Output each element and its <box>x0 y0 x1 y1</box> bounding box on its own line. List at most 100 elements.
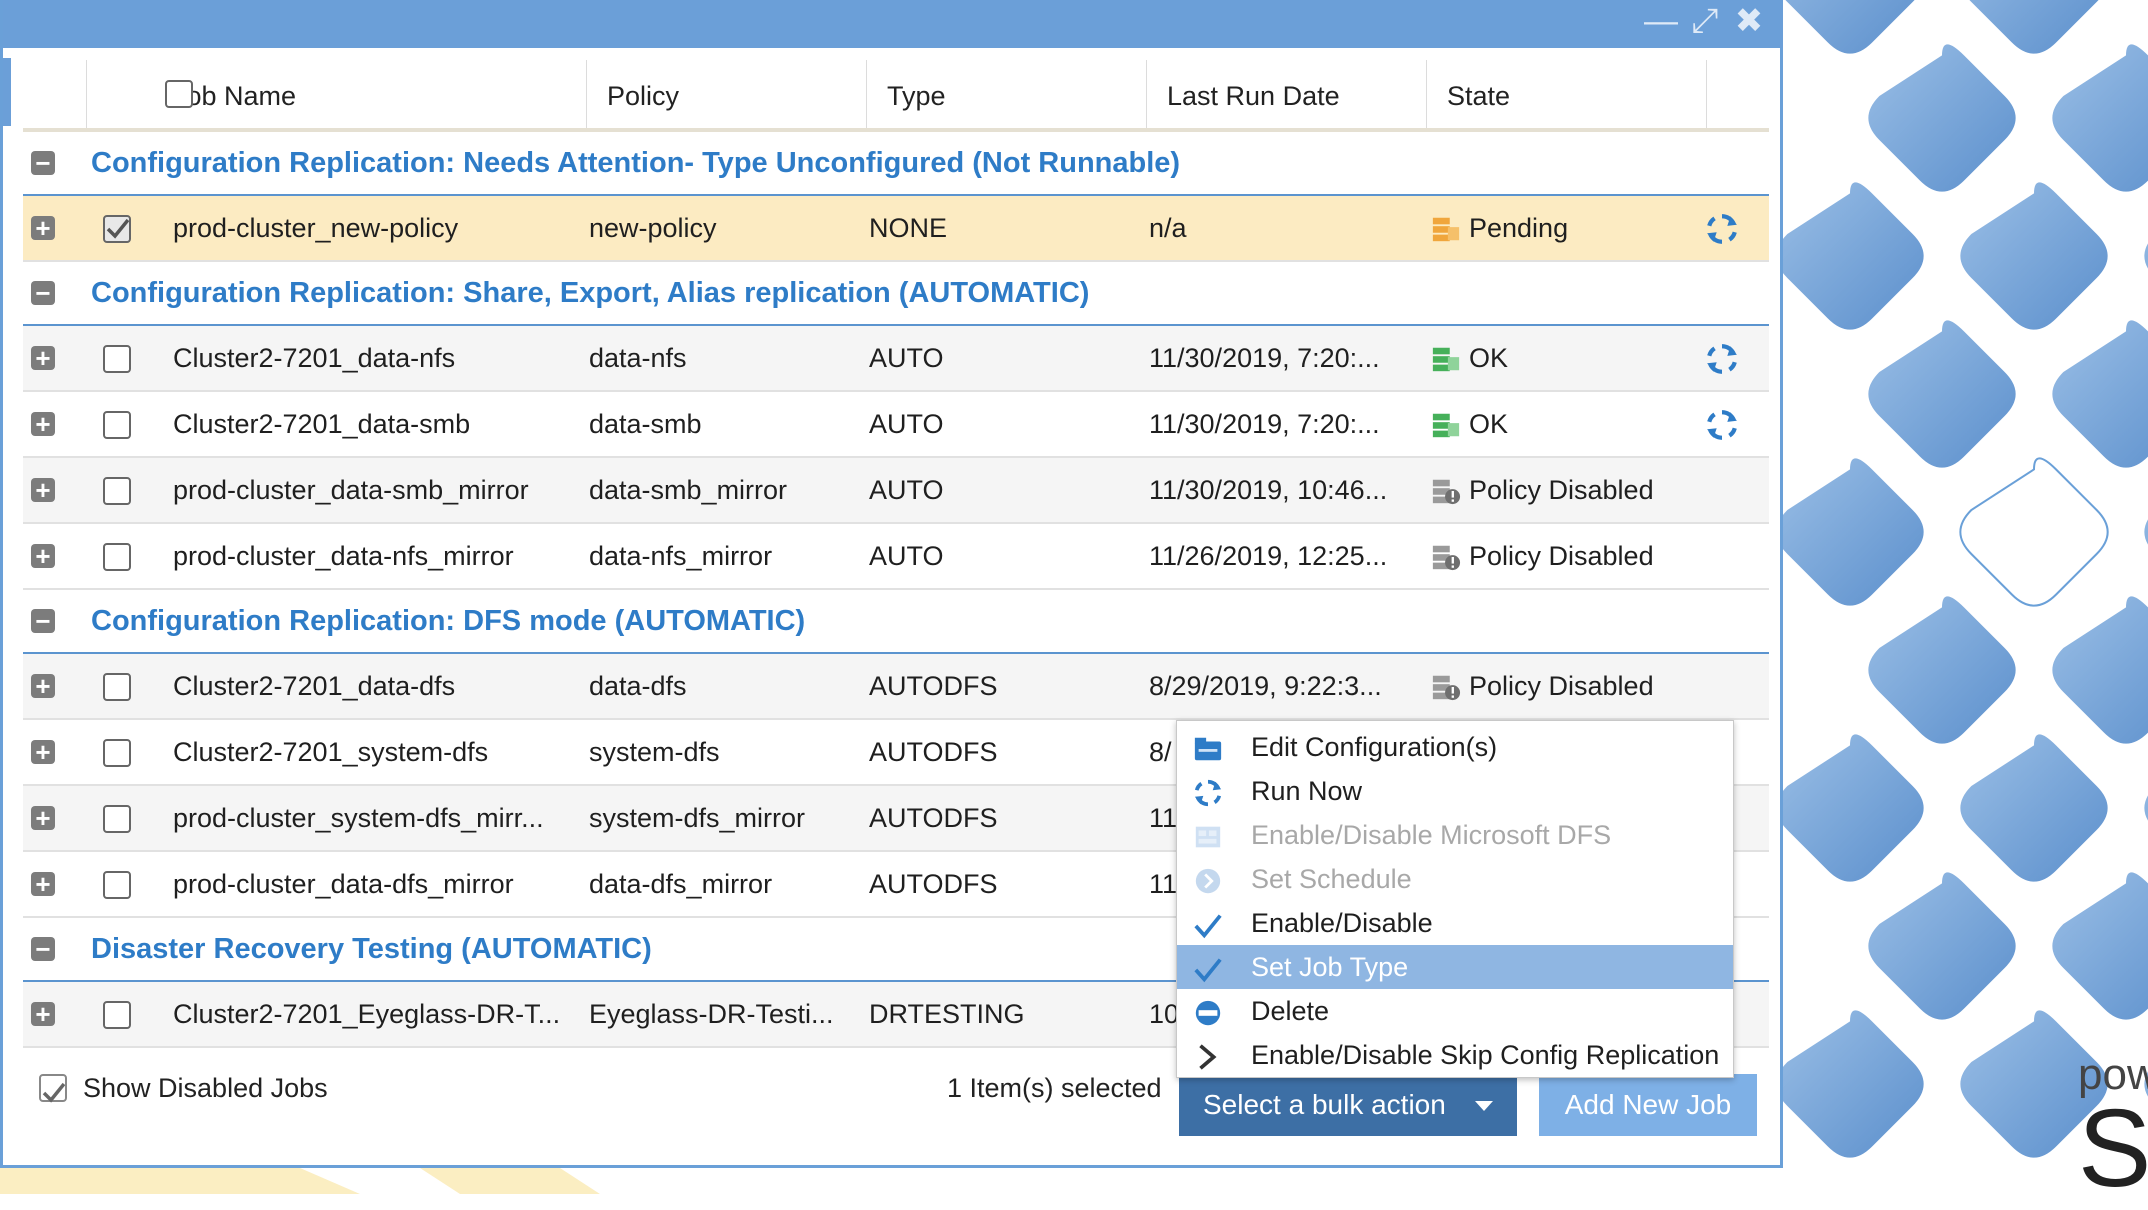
collapse-icon[interactable]: − <box>31 280 55 306</box>
expand-icon[interactable]: + <box>31 673 55 699</box>
menu-item-label: Set Job Type <box>1251 952 1409 982</box>
group-header: − Configuration Replication: Needs Attent… <box>23 132 1769 196</box>
collapse-icon[interactable]: − <box>31 608 55 634</box>
expand-icon[interactable]: + <box>31 543 55 569</box>
header-type[interactable]: Type <box>867 60 1147 128</box>
header-policy[interactable]: Policy <box>587 60 867 128</box>
state-cell: Policy Disabled <box>1469 671 1654 701</box>
table-row[interactable]: + Cluster2-7201_data-nfs data-nfs AUTO 11/30… <box>23 326 1769 392</box>
refresh-icon[interactable] <box>1705 212 1739 246</box>
expand-icon[interactable]: + <box>31 477 55 503</box>
table-row[interactable]: + prod-cluster_data-smb_mirror data-smb_mi… <box>23 458 1769 524</box>
row-checkbox[interactable] <box>103 477 131 505</box>
brand-logo-text: pow SU <box>2078 1050 2148 1204</box>
last-run-date-cell: 8/29/2019, 9:22:3... <box>1149 671 1382 701</box>
run-now-icon <box>1193 777 1225 807</box>
policy-cell: system-dfs <box>589 737 720 767</box>
header-state[interactable]: State <box>1427 60 1707 128</box>
expand-icon[interactable]: + <box>31 871 55 897</box>
row-checkbox[interactable] <box>103 871 131 899</box>
type-cell: AUTO <box>869 343 944 373</box>
job-name-cell: prod-cluster_system-dfs_mirr... <box>173 803 544 833</box>
expand-icon[interactable]: + <box>31 805 55 831</box>
caret-down-icon <box>1475 1101 1493 1111</box>
window-left-accent <box>3 58 11 126</box>
menu-item[interactable]: Set Job Type <box>1177 945 1733 989</box>
expand-icon[interactable]: + <box>31 345 55 371</box>
dfs-icon <box>1193 821 1225 851</box>
menu-item[interactable]: Delete <box>1177 989 1733 1033</box>
table-row[interactable]: + prod-cluster_new-policy new-policy NONE n/… <box>23 196 1769 262</box>
bulk-action-dropdown[interactable]: Select a bulk action <box>1179 1074 1517 1136</box>
state-cell: Policy Disabled <box>1469 475 1654 505</box>
row-checkbox[interactable] <box>103 673 131 701</box>
policy-disabled-icon <box>1431 672 1461 702</box>
row-checkbox[interactable] <box>103 543 131 571</box>
menu-item[interactable]: Run Now <box>1177 769 1733 813</box>
header-last-run-date[interactable]: Last Run Date <box>1147 60 1427 128</box>
show-disabled-label: Show Disabled Jobs <box>83 1073 328 1103</box>
menu-item-label: Delete <box>1251 996 1330 1026</box>
checkmark-icon <box>42 1082 66 1103</box>
job-name-cell: Cluster2-7201_data-smb <box>173 409 471 439</box>
job-name-cell: prod-cluster_data-dfs_mirror <box>173 869 514 899</box>
expand-icon[interactable]: + <box>31 1001 55 1027</box>
row-checkbox[interactable] <box>103 1001 131 1029</box>
header-job-name[interactable]: Job Name <box>87 60 587 128</box>
group-header: − Configuration Replication: Share, Expor… <box>23 262 1769 326</box>
state-cell: OK <box>1469 409 1509 439</box>
menu-item-label: Run Now <box>1251 776 1363 806</box>
select-all-checkbox[interactable] <box>165 80 193 108</box>
collapse-icon[interactable]: − <box>31 936 55 962</box>
group-title: Configuration Replication: DFS mode (AUT… <box>91 605 806 637</box>
policy-disabled-icon <box>1431 542 1461 572</box>
policy-cell: Eyeglass-DR-Testi... <box>589 999 834 1029</box>
minimize-icon[interactable]: — <box>1643 4 1679 38</box>
row-checkbox[interactable] <box>103 215 131 243</box>
type-cell: NONE <box>869 213 948 243</box>
menu-item-label: Enable/Disable <box>1251 908 1433 938</box>
row-checkbox[interactable] <box>103 805 131 833</box>
type-cell: AUTODFS <box>869 869 998 899</box>
table-row[interactable]: + Cluster2-7201_data-dfs data-dfs AUTODFS 8/… <box>23 654 1769 720</box>
row-checkbox[interactable] <box>103 739 131 767</box>
type-cell: DRTESTING <box>869 999 1025 1029</box>
row-checkbox[interactable] <box>103 345 131 373</box>
policy-cell: new-policy <box>589 213 717 243</box>
menu-item[interactable]: Enable/Disable <box>1177 901 1733 945</box>
collapse-icon[interactable]: − <box>31 150 55 176</box>
job-name-cell: Cluster2-7201_Eyeglass-DR-T... <box>173 999 561 1029</box>
maximize-icon[interactable]: ⤢ <box>1687 4 1723 38</box>
last-run-date-cell: n/a <box>1149 213 1187 243</box>
refresh-icon[interactable] <box>1705 408 1739 442</box>
policy-cell: data-dfs_mirror <box>589 869 773 899</box>
job-name-cell: prod-cluster_data-smb_mirror <box>173 475 529 505</box>
menu-item[interactable]: Enable/Disable Skip Config Replication <box>1177 1033 1733 1077</box>
expand-icon[interactable]: + <box>31 411 55 437</box>
last-run-date-cell: 11/30/2019, 7:20:... <box>1149 343 1380 373</box>
policy-cell: data-dfs <box>589 671 687 701</box>
refresh-icon[interactable] <box>1705 342 1739 376</box>
type-cell: AUTODFS <box>869 671 998 701</box>
job-name-cell: prod-cluster_data-nfs_mirror <box>173 541 514 571</box>
close-icon[interactable]: ✖ <box>1731 4 1767 38</box>
policy-cell: system-dfs_mirror <box>589 803 806 833</box>
table-row[interactable]: + Cluster2-7201_data-smb data-smb AUTO 11/30… <box>23 392 1769 458</box>
bulk-action-menu: Edit Configuration(s) Run Now Enable/Disab… <box>1176 720 1734 1078</box>
group-title: Configuration Replication: Needs Attenti… <box>91 147 1181 179</box>
show-disabled-toggle[interactable]: Show Disabled Jobs <box>39 1068 328 1108</box>
row-checkbox[interactable] <box>103 411 131 439</box>
group-header: − Configuration Replication: DFS mode (AU… <box>23 590 1769 654</box>
checkmark-icon <box>1193 953 1225 983</box>
job-name-cell: prod-cluster_new-policy <box>173 213 459 243</box>
table-row[interactable]: + prod-cluster_data-nfs_mirror data-nfs_mi… <box>23 524 1769 590</box>
add-new-job-button[interactable]: Add New Job <box>1539 1074 1757 1136</box>
type-cell: AUTO <box>869 409 944 439</box>
last-run-date-cell: 11/30/2019, 10:46... <box>1149 475 1388 505</box>
checkmark-icon <box>106 218 130 239</box>
expand-icon[interactable]: + <box>31 215 55 241</box>
expand-icon[interactable]: + <box>31 739 55 765</box>
menu-item-label: Enable/Disable Skip Config Replication <box>1251 1040 1720 1070</box>
show-disabled-checkbox[interactable] <box>39 1074 67 1103</box>
menu-item[interactable]: Edit Configuration(s) <box>1177 725 1733 769</box>
